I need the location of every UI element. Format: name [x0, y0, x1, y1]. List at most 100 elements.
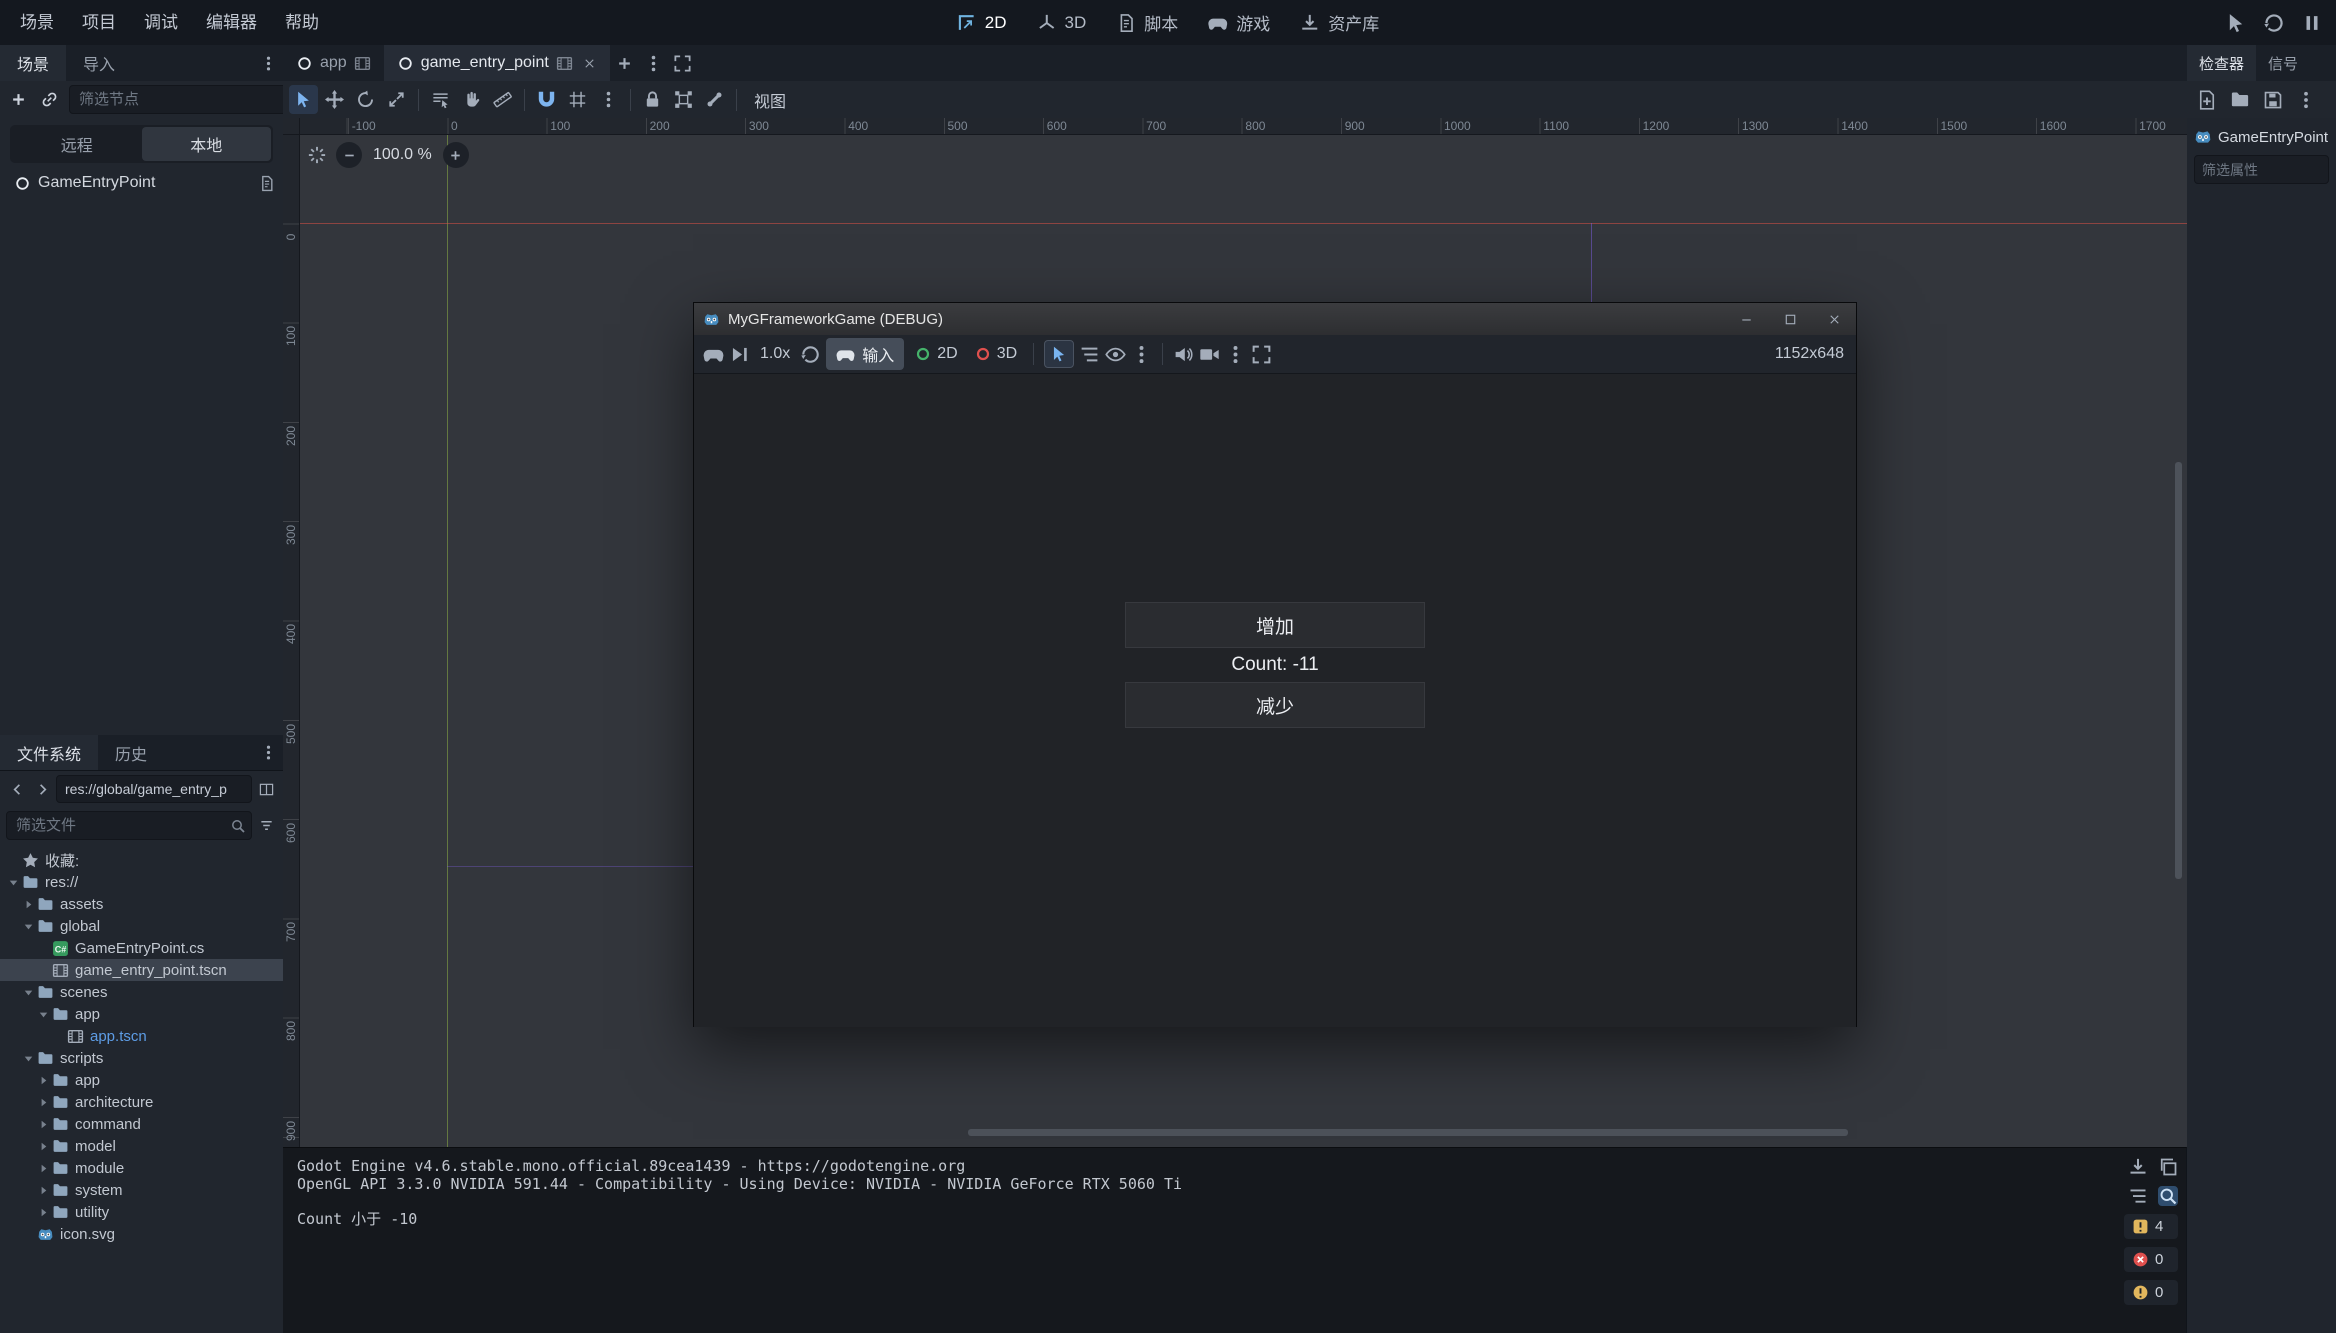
- property-filter-input[interactable]: [2195, 162, 2328, 178]
- debug-badge-2[interactable]: 0: [2124, 1280, 2178, 1305]
- scene-filter-input[interactable]: [70, 91, 304, 108]
- expand-arrow-icon[interactable]: [36, 1073, 51, 1088]
- toggle-split-mode-icon[interactable]: [255, 778, 277, 800]
- fs-item-9[interactable]: scripts: [0, 1047, 283, 1069]
- fs-item-14[interactable]: module: [0, 1157, 283, 1179]
- zoom-level-label[interactable]: 100.0 %: [371, 146, 434, 164]
- workspace-button-2[interactable]: 脚本: [1103, 4, 1191, 41]
- fs-item-8[interactable]: app.tscn: [0, 1025, 283, 1047]
- pause-game-icon[interactable]: [2301, 12, 2323, 34]
- fs-item-2[interactable]: assets: [0, 893, 283, 915]
- menubar-menu-3[interactable]: 编辑器: [192, 1, 271, 45]
- update-spinner-icon[interactable]: [307, 145, 327, 165]
- ruler-tool-icon[interactable]: [488, 85, 517, 114]
- add-node-icon[interactable]: [4, 85, 33, 114]
- horizontal-scrollbar[interactable]: [968, 1129, 1848, 1136]
- view-menu-button[interactable]: 视图: [744, 84, 796, 116]
- inspector-tab-0[interactable]: 检查器: [2187, 45, 2256, 81]
- expand-arrow-icon[interactable]: [21, 985, 36, 1000]
- fs-item-6[interactable]: scenes: [0, 981, 283, 1003]
- fs-item-4[interactable]: C#GameEntryPoint.cs: [0, 937, 283, 959]
- list-select-tool-icon[interactable]: [426, 85, 455, 114]
- fs-item-13[interactable]: model: [0, 1135, 283, 1157]
- copy-output-icon[interactable]: [2158, 1157, 2178, 1177]
- embed-fullscreen-icon[interactable]: [1251, 344, 1272, 365]
- selection-list-icon[interactable]: [1079, 344, 1100, 365]
- restart-game-icon[interactable]: [2263, 12, 2285, 34]
- select-tool-icon[interactable]: [289, 85, 318, 114]
- current-path-input[interactable]: [57, 781, 251, 797]
- fs-item-1[interactable]: res://: [0, 871, 283, 893]
- workspace-button-3[interactable]: 游戏: [1195, 4, 1283, 41]
- group-toggle-icon[interactable]: [669, 85, 698, 114]
- expand-arrow-icon[interactable]: [36, 1205, 51, 1220]
- input-mode-toggle[interactable]: 输入: [826, 338, 904, 370]
- load-resource-icon[interactable]: [2230, 90, 2250, 110]
- lock-toggle-icon[interactable]: [638, 85, 667, 114]
- pick-node-toggle[interactable]: [1044, 340, 1074, 368]
- expand-arrow-icon[interactable]: [36, 1007, 51, 1022]
- menubar-menu-2[interactable]: 调试: [130, 1, 192, 45]
- snap-options-menu-icon[interactable]: [594, 85, 623, 114]
- expand-arrow-icon[interactable]: [36, 1117, 51, 1132]
- move-tool-icon[interactable]: [320, 85, 349, 114]
- selection-visible-icon[interactable]: [1105, 344, 1126, 365]
- grid-snap-toggle-icon[interactable]: [563, 85, 592, 114]
- game-window[interactable]: MyGFrameworkGame (DEBUG) 1.0x 输入 2D 3D: [693, 302, 1857, 1027]
- new-resource-icon[interactable]: [2197, 90, 2217, 110]
- minimize-button[interactable]: [1724, 303, 1768, 335]
- zoom-out-button[interactable]: [336, 142, 362, 168]
- file-sort-icon[interactable]: [255, 815, 277, 837]
- fs-item-11[interactable]: architecture: [0, 1091, 283, 1113]
- camera-override-icon[interactable]: [1199, 344, 1220, 365]
- history-forward-icon[interactable]: [31, 778, 53, 800]
- debug-options-icon[interactable]: [703, 344, 724, 365]
- close-tab-icon[interactable]: [582, 56, 597, 71]
- fs-item-16[interactable]: utility: [0, 1201, 283, 1223]
- camera-2d-toggle[interactable]: 2D: [909, 342, 963, 366]
- expand-arrow-icon[interactable]: [36, 1139, 51, 1154]
- scene-tree-root-node[interactable]: GameEntryPoint: [0, 170, 283, 196]
- fs-item-0[interactable]: 收藏:: [0, 849, 283, 871]
- workspace-button-0[interactable]: 2D: [944, 7, 1020, 39]
- selection-options-icon[interactable]: [1131, 344, 1152, 365]
- local-button[interactable]: 本地: [142, 127, 272, 161]
- filesystem-tab-0[interactable]: 文件系统: [0, 735, 98, 770]
- rotate-tool-icon[interactable]: [351, 85, 380, 114]
- skeleton-menu-icon[interactable]: [700, 85, 729, 114]
- debug-badge-0[interactable]: 4: [2124, 1214, 2178, 1239]
- fs-item-17[interactable]: icon.svg: [0, 1223, 283, 1245]
- inspector-tab-1[interactable]: 信号: [2256, 45, 2310, 81]
- fs-item-3[interactable]: global: [0, 915, 283, 937]
- inspector-menu-icon[interactable]: [2296, 90, 2316, 110]
- expand-arrow-icon[interactable]: [36, 1183, 51, 1198]
- instance-scene-icon[interactable]: [35, 85, 64, 114]
- vertical-scrollbar[interactable]: [2175, 462, 2182, 879]
- fs-item-7[interactable]: app: [0, 1003, 283, 1025]
- scene-tab-list-icon[interactable]: [639, 49, 668, 78]
- expand-arrow-icon[interactable]: [36, 1095, 51, 1110]
- scene-dock-menu-icon[interactable]: [260, 55, 277, 72]
- fs-item-15[interactable]: system: [0, 1179, 283, 1201]
- scene-dock-tab-0[interactable]: 场景: [0, 45, 66, 81]
- fs-item-5[interactable]: game_entry_point.tscn: [0, 959, 283, 981]
- filesystem-tab-1[interactable]: 历史: [98, 735, 164, 770]
- smart-snap-toggle-icon[interactable]: [532, 85, 561, 114]
- reset-speed-icon[interactable]: [800, 344, 821, 365]
- file-filter-input[interactable]: [7, 817, 251, 834]
- camera-3d-toggle[interactable]: 3D: [969, 342, 1023, 366]
- attached-script-icon[interactable]: [258, 175, 275, 192]
- workspace-button-1[interactable]: 3D: [1024, 7, 1100, 39]
- playback-speed-label[interactable]: 1.0x: [755, 345, 795, 363]
- scene-tab-1[interactable]: game_entry_point: [384, 45, 610, 81]
- workspace-button-4[interactable]: 资产库: [1287, 4, 1392, 41]
- filesystem-menu-icon[interactable]: [260, 744, 277, 761]
- fs-item-10[interactable]: app: [0, 1069, 283, 1091]
- save-resource-icon[interactable]: [2263, 90, 2283, 110]
- mute-audio-icon[interactable]: [1173, 344, 1194, 365]
- next-frame-icon[interactable]: [729, 344, 750, 365]
- game-select-mode-icon[interactable]: [2225, 12, 2247, 34]
- menubar-menu-1[interactable]: 项目: [68, 1, 130, 45]
- save-output-icon[interactable]: [2128, 1157, 2148, 1177]
- decrease-button[interactable]: 减少: [1125, 682, 1425, 728]
